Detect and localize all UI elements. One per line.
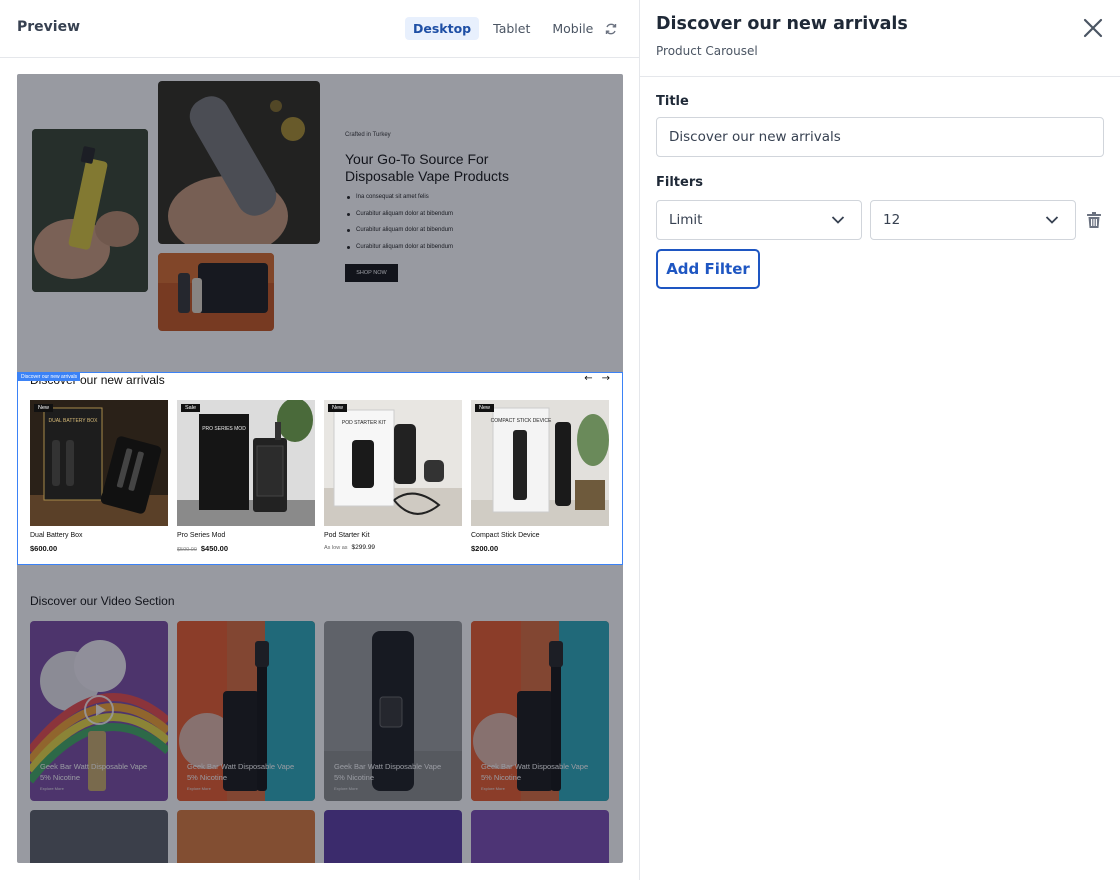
product-price-prefix: As low as: [324, 545, 348, 551]
refresh-icon[interactable]: [602, 20, 620, 38]
product-image: COMPACT STICK DEVICE New: [471, 400, 609, 526]
product-badge: New: [328, 404, 348, 412]
preview-canvas: Crafted in Turkey Your Go-To Source For …: [17, 74, 623, 863]
product-carousel-section[interactable]: Discover our new arrivals Discover our n…: [17, 372, 623, 565]
preview-title: Preview: [17, 19, 81, 35]
product-card[interactable]: POD STARTER KIT New Pod Starter Kit As l…: [324, 400, 462, 551]
device-tab-desktop[interactable]: Desktop: [405, 17, 480, 40]
product-old-price: $500.00: [177, 547, 197, 553]
page-builder: Preview Desktop Tablet Mobile Crafted in…: [0, 0, 1120, 880]
product-price: $450.00: [200, 544, 229, 553]
hero-bullet: Curabitur aliquam dolor at bibendum: [345, 211, 453, 228]
filter-type-value: Limit: [669, 212, 703, 228]
filter-type-select[interactable]: Limit: [656, 200, 862, 240]
product-price: $299.99: [351, 544, 376, 551]
device-tab-tablet[interactable]: Tablet: [485, 17, 538, 40]
hero-image-yellow-device: [32, 129, 148, 292]
product-box-text: POD STARTER KIT: [342, 420, 386, 426]
title-field-label: Title: [656, 94, 689, 109]
video-card-link[interactable]: Explore More: [481, 786, 505, 791]
product-price-row: $200.00: [471, 544, 609, 553]
video-card-link[interactable]: Explore More: [334, 786, 358, 791]
video-card[interactable]: Geek Bar Watt Disposable Vape 5% Nicotine…: [324, 621, 462, 801]
video-card-text: Geek Bar Watt Disposable Vape 5% Nicotine: [40, 762, 148, 782]
hero-title: Your Go-To Source For Disposable Vape Pr…: [345, 151, 509, 184]
panel-header: Discover our new arrivals Product Carous…: [640, 0, 1120, 77]
product-box-text: DUAL BATTERY BOX: [49, 418, 99, 424]
product-name: Dual Battery Box: [30, 532, 83, 539]
video-card[interactable]: [324, 810, 462, 863]
filter-value-select[interactable]: 12: [870, 200, 1076, 240]
video-card[interactable]: [177, 810, 315, 863]
product-badge: New: [34, 404, 54, 412]
product-price-row: $500.00 $450.00: [177, 544, 315, 553]
chevron-down-icon: [831, 216, 845, 224]
trash-icon[interactable]: [1087, 212, 1101, 228]
chevron-down-icon: [1045, 216, 1059, 224]
video-section[interactable]: Discover our Video Section Geek Bar Watt…: [17, 565, 623, 863]
product-price: $600.00: [30, 544, 58, 553]
product-box-text: PRO SERIES MOD: [202, 426, 246, 432]
video-section-title: Discover our Video Section: [30, 594, 175, 608]
settings-panel: Discover our new arrivals Product Carous…: [640, 0, 1120, 880]
video-card-text: Geek Bar Watt Disposable Vape 5% Nicotine: [481, 762, 589, 782]
product-card[interactable]: PRO SERIES MOD Sale Pro Series Mod $500.…: [177, 400, 315, 553]
product-box-text: COMPACT STICK DEVICE: [491, 418, 552, 424]
video-card-link[interactable]: Explore More: [40, 786, 64, 791]
device-tab-mobile[interactable]: Mobile: [544, 17, 601, 40]
product-price-row: $600.00: [30, 544, 168, 553]
video-card[interactable]: Geek Bar Watt Disposable Vape 5% Nicotine…: [471, 621, 609, 801]
hero-bullet: Curabitur aliquam dolor at bibendum: [345, 227, 453, 244]
device-switcher: Desktop Tablet Mobile: [405, 17, 601, 40]
product-price-row: As low as $299.99: [324, 544, 462, 551]
selected-section-tag: Discover our new arrivals: [18, 373, 81, 381]
add-filter-button[interactable]: Add Filter: [656, 249, 760, 289]
close-icon[interactable]: [1082, 17, 1104, 39]
arrow-right-icon[interactable]: →: [602, 373, 610, 384]
panel-subtitle: Product Carousel: [656, 44, 758, 58]
product-card[interactable]: COMPACT STICK DEVICE New Compact Stick D…: [471, 400, 609, 553]
hero-kicker: Crafted in Turkey: [345, 132, 391, 138]
hero-image-pods: [158, 253, 274, 331]
product-name: Pod Starter Kit: [324, 532, 370, 539]
product-name: Pro Series Mod: [177, 532, 226, 539]
play-icon[interactable]: [84, 695, 114, 725]
hero-image-gray-device: [158, 81, 320, 244]
hero-bullet: Ina consequat sit amet felis: [345, 194, 453, 211]
preview-pane: Preview Desktop Tablet Mobile Crafted in…: [0, 0, 640, 880]
title-input[interactable]: [656, 117, 1104, 157]
carousel-arrows: ← →: [584, 373, 610, 384]
hero-bullet: Curabitur aliquam dolor at bibendum: [345, 244, 453, 261]
product-badge: Sale: [181, 404, 201, 412]
video-card[interactable]: [471, 810, 609, 863]
video-card[interactable]: Geek Bar Watt Disposable Vape 5% Nicotine…: [30, 621, 168, 801]
product-image: DUAL BATTERY BOX New: [30, 400, 168, 526]
filter-value: 12: [883, 212, 901, 228]
arrow-left-icon[interactable]: ←: [584, 373, 592, 384]
hero-shop-now-button[interactable]: SHOP NOW: [345, 264, 398, 282]
video-card-text: Geek Bar Watt Disposable Vape 5% Nicotine: [334, 762, 442, 782]
video-card[interactable]: [30, 810, 168, 863]
product-name: Compact Stick Device: [471, 532, 540, 539]
product-badge: New: [475, 404, 495, 412]
hero-bullet-list: Ina consequat sit amet felis Curabitur a…: [345, 194, 453, 260]
hero-section[interactable]: Crafted in Turkey Your Go-To Source For …: [17, 74, 623, 372]
product-price: $200.00: [471, 544, 499, 553]
panel-title: Discover our new arrivals: [656, 14, 908, 34]
video-card-link[interactable]: Explore More: [187, 786, 211, 791]
video-card[interactable]: Geek Bar Watt Disposable Vape 5% Nicotine…: [177, 621, 315, 801]
preview-header: Preview Desktop Tablet Mobile: [0, 0, 639, 58]
product-image: PRO SERIES MOD Sale: [177, 400, 315, 526]
product-card[interactable]: DUAL BATTERY BOX New Dual Battery Box $6…: [30, 400, 168, 553]
filters-label: Filters: [656, 175, 703, 190]
product-image: POD STARTER KIT New: [324, 400, 462, 526]
video-card-text: Geek Bar Watt Disposable Vape 5% Nicotine: [187, 762, 295, 782]
